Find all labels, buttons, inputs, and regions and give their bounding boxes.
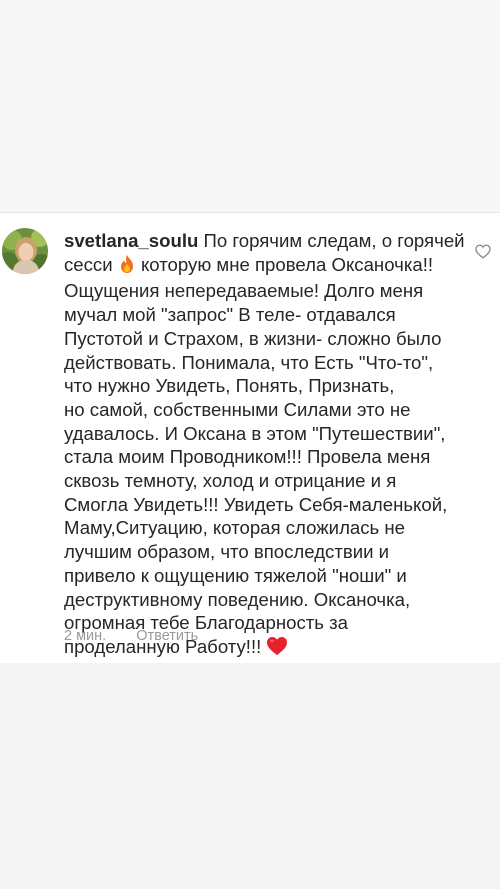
upper-blank-area: [0, 0, 500, 212]
heart-outline-icon[interactable]: [475, 244, 491, 259]
comment-line: Маму,Ситуацию, которая сложилась не: [64, 517, 406, 539]
comment-line: svetlana_soulu По горячим следам, о горя…: [64, 229, 465, 253]
comment-line: но самой, собственными Силами это не: [64, 398, 411, 420]
comment-text-segment: По горячим следам, о горячей: [203, 230, 465, 251]
comment-timestamp: 2 мин.: [64, 628, 107, 644]
comment-line: что нужно Увидеть, Понять, Признать,: [64, 375, 395, 397]
username-link[interactable]: svetlana_soulu: [64, 230, 198, 251]
comment-line: сквозь темноту, холод и отрицание и я: [64, 470, 397, 492]
red-heart-emoji: [266, 636, 288, 662]
comment-line: действовать. Понимала, что Есть "Что-то"…: [64, 351, 434, 373]
comment-line: сесси которую мне провела Оксаночка!!: [64, 253, 464, 280]
comment-line: Ощущения непередаваемые! Долго меня: [64, 280, 424, 302]
comment-line: Пустотой и Страхом, в жизни- сложно было: [64, 327, 442, 349]
comment-line: мучал мой "запрос" В теле- отдавался: [64, 304, 396, 326]
comment-text-segment: которую мне провела Оксаночка!!: [140, 253, 434, 275]
avatar[interactable]: [2, 228, 48, 274]
comment-line: удавалось. И Оксана в этом "Путешествии"…: [64, 422, 446, 444]
comment-line: лучшим образом, что впоследствии и: [64, 541, 390, 563]
lower-blank-area: [0, 663, 500, 889]
comment-line: Смогла Увидеть!!! Увидеть Себя-маленькой…: [64, 493, 448, 515]
comment-line: деструктивному поведению. Оксаночка,: [64, 588, 411, 610]
comment-meta: 2 мин. Ответить: [64, 628, 198, 644]
fire-emoji: [118, 254, 136, 280]
comment-text-segment: сесси: [64, 253, 113, 275]
reply-button[interactable]: Ответить: [136, 628, 198, 644]
comment-line: привело к ощущению тяжелой "ноши" и: [64, 564, 407, 586]
comment-text: svetlana_soulu По горячим следам, о горя…: [64, 229, 465, 662]
comment-line: стала моим Проводником!!! Провела меня: [64, 446, 431, 468]
